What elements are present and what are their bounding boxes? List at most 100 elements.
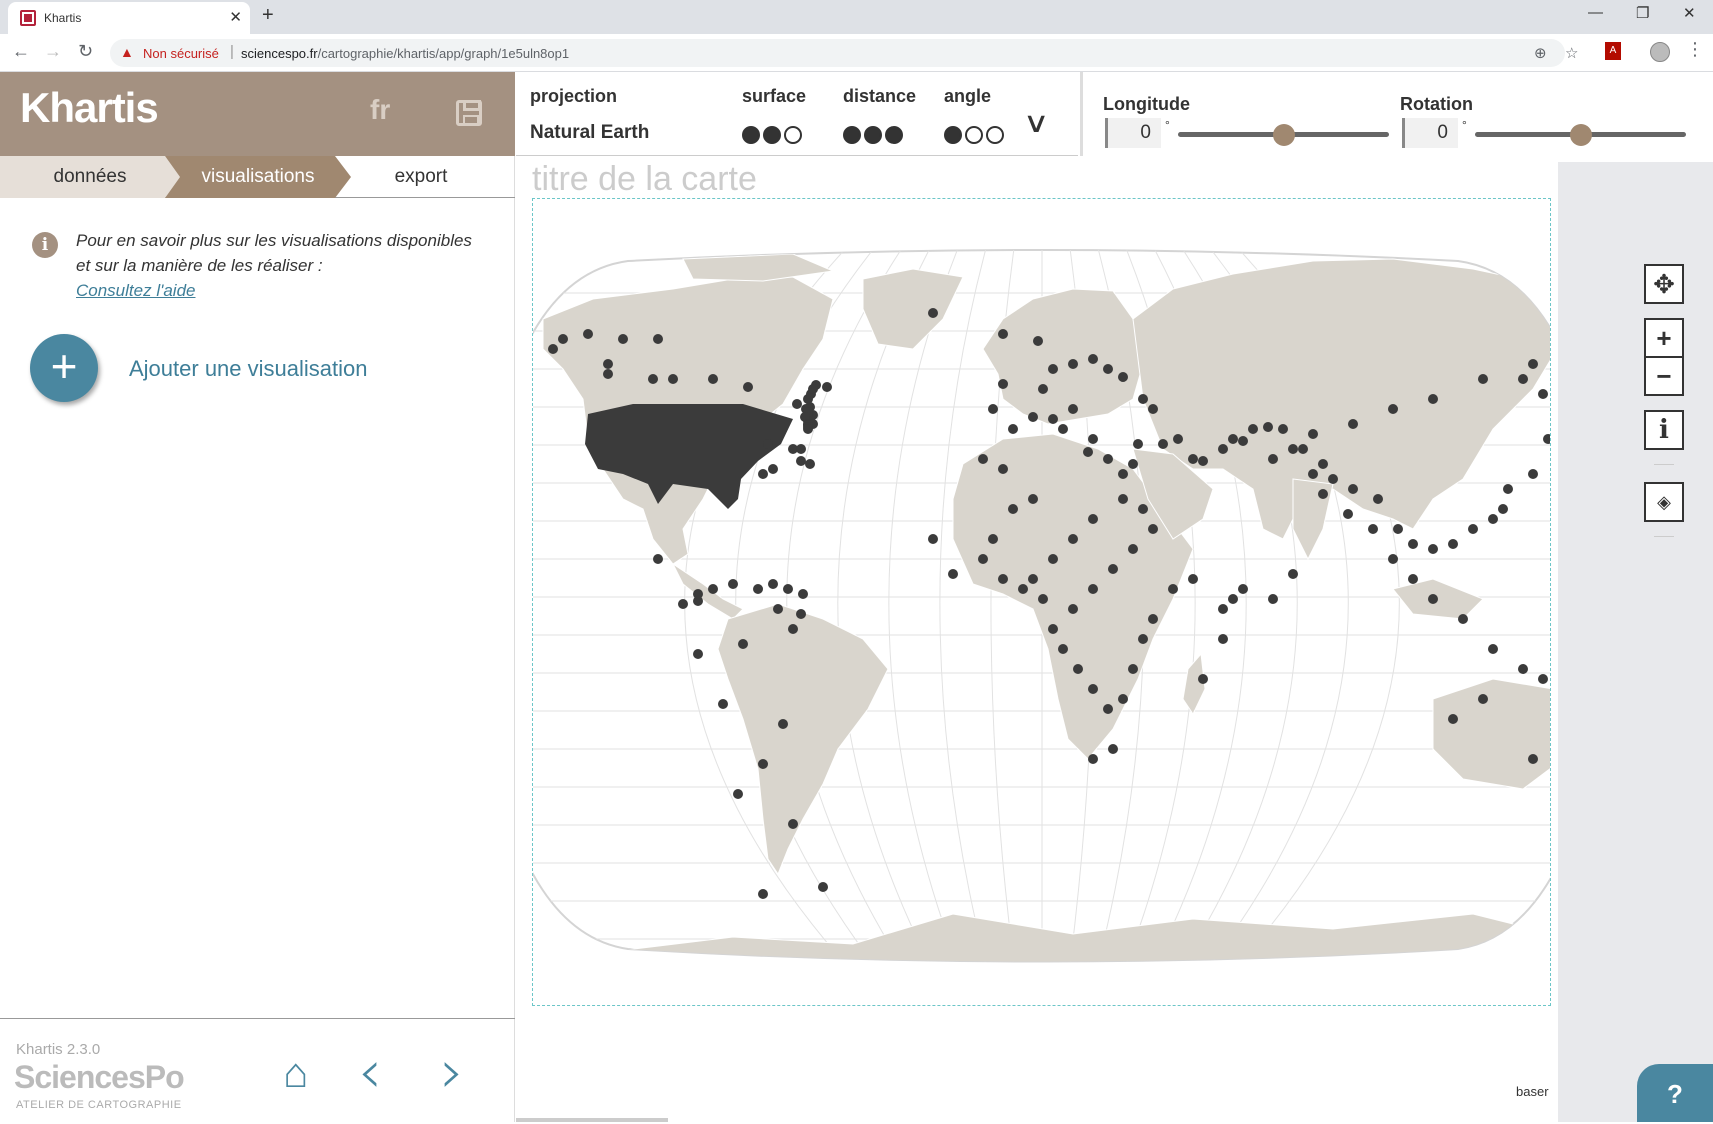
data-point[interactable]	[1288, 444, 1298, 454]
data-point[interactable]	[1138, 394, 1148, 404]
data-point[interactable]	[978, 454, 988, 464]
data-point[interactable]	[1348, 484, 1358, 494]
data-point[interactable]	[1428, 594, 1438, 604]
horizontal-scrollbar[interactable]	[516, 1118, 668, 1122]
pan-icon[interactable]: ✥	[1644, 264, 1684, 304]
data-point[interactable]	[1488, 514, 1498, 524]
data-point[interactable]	[653, 334, 663, 344]
data-point[interactable]	[768, 464, 778, 474]
restore-icon[interactable]: ❐	[1636, 4, 1649, 22]
data-point[interactable]	[708, 374, 718, 384]
data-point[interactable]	[998, 329, 1008, 339]
map-canvas[interactable]	[532, 198, 1551, 1006]
data-point[interactable]	[603, 359, 613, 369]
pdf-icon[interactable]: A	[1605, 42, 1621, 60]
data-point[interactable]	[1448, 714, 1458, 724]
data-point[interactable]	[1028, 412, 1038, 422]
data-point[interactable]	[803, 424, 813, 434]
data-point[interactable]	[1268, 594, 1278, 604]
data-point[interactable]	[783, 584, 793, 594]
data-point[interactable]	[1448, 539, 1458, 549]
help-button[interactable]: ?	[1637, 1064, 1713, 1122]
data-point[interactable]	[1128, 664, 1138, 674]
data-point[interactable]	[1503, 484, 1513, 494]
data-point[interactable]	[998, 574, 1008, 584]
rotation-input[interactable]: 0	[1402, 118, 1458, 148]
previous-icon[interactable]: ‹	[358, 1037, 382, 1107]
save-icon[interactable]	[456, 100, 482, 126]
data-point[interactable]	[693, 589, 703, 599]
data-point[interactable]	[1543, 434, 1551, 444]
step-export[interactable]: export	[351, 156, 491, 198]
data-point[interactable]	[558, 334, 568, 344]
data-point[interactable]	[1068, 359, 1078, 369]
data-point[interactable]	[1138, 634, 1148, 644]
longitude-input[interactable]: 0	[1105, 118, 1161, 148]
data-point[interactable]	[1008, 504, 1018, 514]
help-link[interactable]: Consultez l'aide	[76, 278, 476, 303]
data-point[interactable]	[1428, 394, 1438, 404]
data-point[interactable]	[1218, 444, 1228, 454]
data-point[interactable]	[1168, 584, 1178, 594]
rotation-slider[interactable]	[1475, 124, 1686, 146]
data-point[interactable]	[1328, 474, 1338, 484]
data-point[interactable]	[778, 719, 788, 729]
data-point[interactable]	[988, 404, 998, 414]
data-point[interactable]	[1118, 372, 1128, 382]
map-title-input[interactable]: titre de la carte	[532, 160, 757, 199]
data-point[interactable]	[758, 469, 768, 479]
back-icon[interactable]: ←	[12, 41, 30, 62]
data-point[interactable]	[743, 382, 753, 392]
data-point[interactable]	[1428, 544, 1438, 554]
data-point[interactable]	[1518, 374, 1528, 384]
add-visualisation-label[interactable]: Ajouter une visualisation	[129, 356, 367, 382]
world-map[interactable]	[533, 199, 1551, 1006]
data-point[interactable]	[1188, 454, 1198, 464]
data-point[interactable]	[978, 554, 988, 564]
data-point[interactable]	[1033, 336, 1043, 346]
data-point[interactable]	[1048, 554, 1058, 564]
data-point[interactable]	[998, 379, 1008, 389]
data-point[interactable]	[1528, 469, 1538, 479]
data-point[interactable]	[998, 464, 1008, 474]
data-point[interactable]	[1088, 754, 1098, 764]
data-point[interactable]	[693, 649, 703, 659]
data-point[interactable]	[1118, 469, 1128, 479]
data-point[interactable]	[1018, 584, 1028, 594]
browser-tab[interactable]: Khartis ✕	[8, 2, 250, 34]
data-point[interactable]	[1108, 564, 1118, 574]
data-point[interactable]	[1488, 644, 1498, 654]
zoom-icon[interactable]: ⊕	[1534, 44, 1547, 62]
data-point[interactable]	[788, 624, 798, 634]
data-point[interactable]	[1128, 459, 1138, 469]
data-point[interactable]	[1118, 494, 1128, 504]
star-icon[interactable]: ☆	[1565, 44, 1578, 62]
data-point[interactable]	[718, 699, 728, 709]
data-point[interactable]	[1498, 504, 1508, 514]
data-point[interactable]	[1088, 434, 1098, 444]
data-point[interactable]	[1468, 524, 1478, 534]
data-point[interactable]	[1308, 429, 1318, 439]
data-point[interactable]	[1048, 624, 1058, 634]
data-point[interactable]	[808, 384, 818, 394]
data-point[interactable]	[678, 599, 688, 609]
data-point[interactable]	[1238, 436, 1248, 446]
data-point[interactable]	[1173, 434, 1183, 444]
new-tab-icon[interactable]: +	[262, 4, 274, 27]
data-point[interactable]	[1218, 634, 1228, 644]
data-point[interactable]	[653, 554, 663, 564]
data-point[interactable]	[1068, 604, 1078, 614]
data-point[interactable]	[1538, 389, 1548, 399]
data-point[interactable]	[548, 344, 558, 354]
data-point[interactable]	[928, 308, 938, 318]
data-point[interactable]	[1393, 524, 1403, 534]
zoom-out-icon[interactable]: −	[1644, 356, 1684, 396]
data-point[interactable]	[1198, 674, 1208, 684]
menu-icon[interactable]: ⋮	[1686, 39, 1704, 60]
data-point[interactable]	[1278, 424, 1288, 434]
step-visualisations[interactable]: visualisations	[165, 156, 351, 198]
data-point[interactable]	[1103, 364, 1113, 374]
data-point[interactable]	[792, 399, 802, 409]
data-point[interactable]	[1028, 494, 1038, 504]
data-point[interactable]	[1318, 489, 1328, 499]
